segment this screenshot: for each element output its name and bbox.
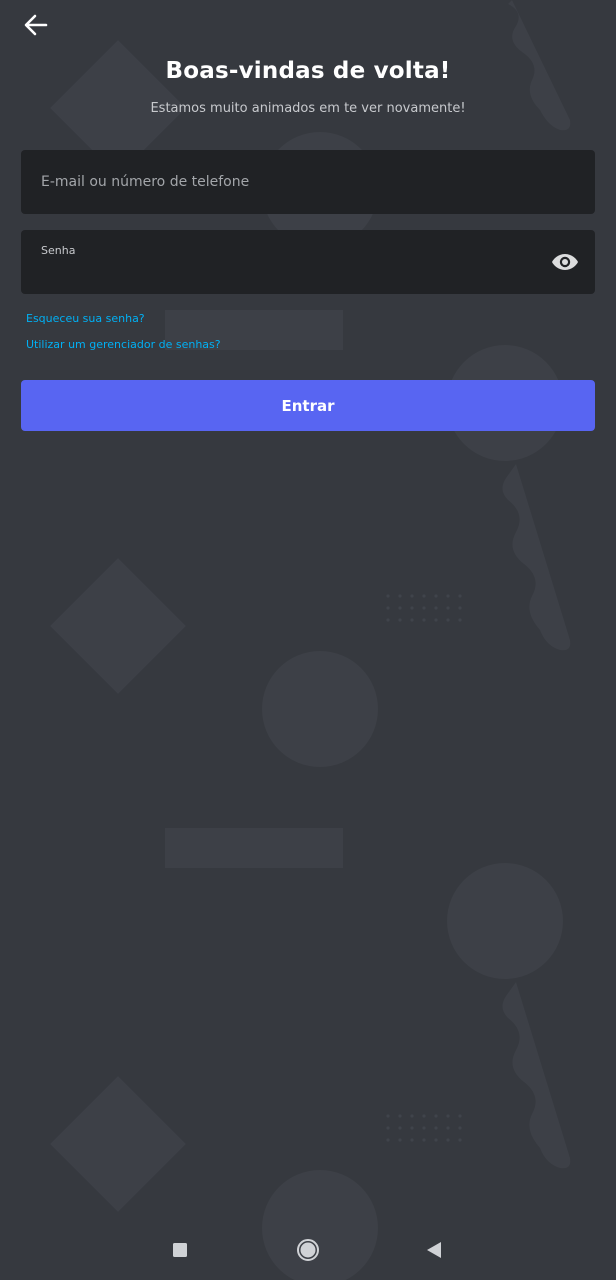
recents-button[interactable]: [164, 1234, 196, 1266]
login-button[interactable]: Entrar: [21, 380, 595, 431]
email-field[interactable]: [21, 150, 595, 214]
password-manager-link[interactable]: Utilizar um gerenciador de senhas?: [26, 338, 221, 351]
arrow-left-icon: [24, 14, 48, 36]
square-icon: [173, 1243, 187, 1257]
page-title: Boas-vindas de volta!: [165, 58, 451, 84]
eye-icon: [552, 254, 578, 270]
login-screen: Boas-vindas de volta! Estamos muito anim…: [0, 0, 616, 1280]
triangle-back-icon: [427, 1242, 441, 1258]
email-input[interactable]: [21, 150, 595, 214]
page-subtitle: Estamos muito animados em te ver novamen…: [150, 101, 466, 116]
password-input[interactable]: [21, 254, 595, 294]
system-back-button[interactable]: [418, 1234, 450, 1266]
home-button[interactable]: [292, 1234, 324, 1266]
circle-icon: [297, 1239, 319, 1261]
forgot-password-link[interactable]: Esqueceu sua senha?: [26, 312, 145, 325]
password-field[interactable]: Senha: [21, 230, 595, 294]
toggle-password-visibility-button[interactable]: [549, 248, 581, 276]
back-button[interactable]: [18, 8, 54, 42]
